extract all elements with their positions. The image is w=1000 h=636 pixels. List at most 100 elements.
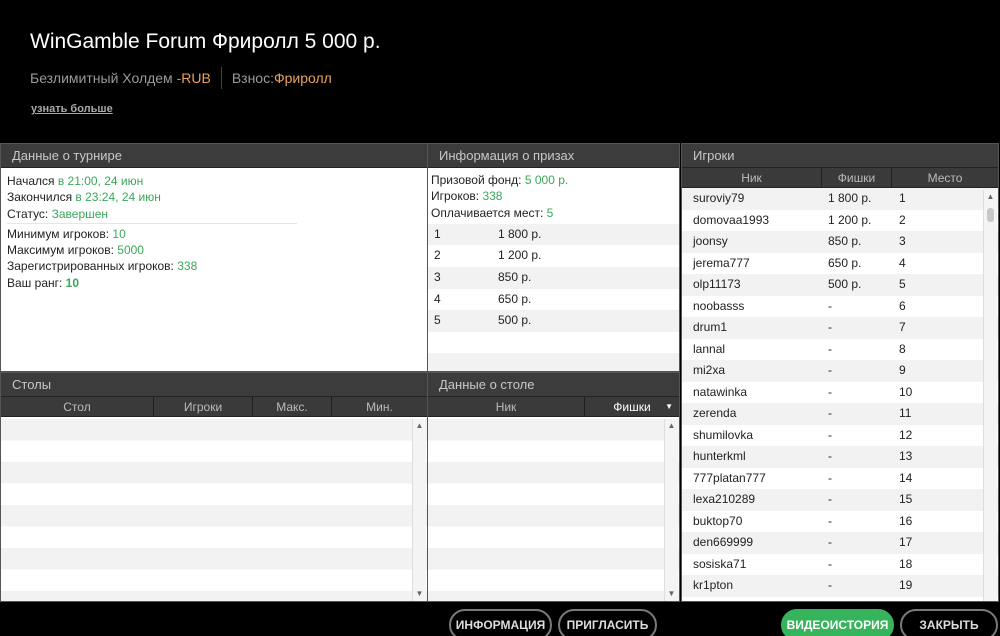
players-table-header: Ник Фишки Место <box>682 168 998 188</box>
player-chips: - <box>828 341 832 356</box>
min-players-line: Минимум игроков: 10 <box>7 226 126 241</box>
game-type: Безлимитный Холдем - <box>30 70 182 86</box>
table-row[interactable]: joonsy 850 р. 3 <box>682 231 998 253</box>
col-nick-header[interactable]: Ник <box>682 168 822 187</box>
table-row[interactable]: noobasss - 6 <box>682 296 998 318</box>
scroll-down-icon[interactable]: ▼ <box>665 587 678 601</box>
table-data-scrollbar[interactable]: ▲ ▼ <box>664 419 678 601</box>
learn-more-link[interactable]: узнать больше <box>31 103 113 115</box>
player-place: 3 <box>899 234 906 248</box>
prize-place: 3 <box>434 270 441 285</box>
prize-amount: 1 200 р. <box>498 248 542 263</box>
paid-places-line: Оплачивается мест: 5 <box>431 205 554 220</box>
sort-arrow-icon: ▼ <box>665 402 673 411</box>
player-nick: drum1 <box>693 320 728 334</box>
prize-amount: 650 р. <box>498 291 532 306</box>
players-table: suroviy79 1 800 р. 1 domovaa1993 1 200 р. 2 jo… <box>682 188 998 597</box>
started-line: Начался в 21:00, 24 июн <box>7 174 144 188</box>
col-chips-header[interactable]: Фишки <box>822 168 892 187</box>
player-place: 7 <box>899 320 906 334</box>
tournament-info: Начался в 21:00, 24 июн Закончился в 23:… <box>1 168 427 296</box>
table-row[interactable]: buktop70 - 16 <box>682 511 998 533</box>
player-nick: noobasss <box>693 298 745 313</box>
tournament-subtitle: Безлимитный Холдем - RUB Взнос: Фриролл <box>30 67 332 89</box>
rank-line: Ваш ранг: 10 <box>7 275 80 290</box>
col-nick-header[interactable]: Ник <box>428 397 585 416</box>
player-chips: - <box>828 556 832 571</box>
table-row[interactable]: mi2xa - 9 <box>682 360 998 382</box>
tables-scrollbar[interactable]: ▲ ▼ <box>412 419 426 601</box>
player-chips: - <box>828 535 832 549</box>
player-nick: jerema777 <box>693 255 750 270</box>
table-row[interactable]: lannal - 8 <box>682 339 998 361</box>
player-nick: lexa210289 <box>693 492 756 506</box>
table-row[interactable]: kr1pton - 19 <box>682 575 998 597</box>
table-row[interactable]: hunterkml - 13 <box>682 446 998 468</box>
prize-place: 5 <box>434 313 441 328</box>
prize-info-panel: Информация о призах Призовой фонд: 5 000… <box>427 143 680 372</box>
prize-place: 2 <box>434 248 441 263</box>
tables-panel: Столы Стол Игроки Макс. Мин. ▲ ▼ <box>0 372 428 602</box>
player-place: 6 <box>899 298 906 313</box>
info-button[interactable]: ИНФОРМАЦИЯ <box>449 609 552 636</box>
player-place: 1 <box>899 191 906 205</box>
prize-players-line: Игроков: 338 <box>431 189 503 204</box>
scroll-thumb[interactable] <box>987 208 994 222</box>
player-place: 11 <box>899 406 912 420</box>
prize-summary: Призовой фонд: 5 000 р. Игроков: 338 Опл… <box>428 168 679 224</box>
player-chips: - <box>828 470 832 485</box>
table-row[interactable]: domovaa1993 1 200 р. 2 <box>682 210 998 232</box>
player-nick: natawinka <box>693 384 748 399</box>
players-panel: Игроки Ник Фишки Место suroviy79 1 800 р.… <box>681 143 999 602</box>
table-row[interactable]: sosiska71 - 18 <box>682 554 998 576</box>
prize-place: 4 <box>434 291 441 306</box>
table-row[interactable]: lexa210289 - 15 <box>682 489 998 511</box>
scroll-up-icon[interactable]: ▲ <box>984 190 997 204</box>
currency: RUB <box>181 70 211 86</box>
max-players-line: Максимум игроков: 5000 <box>7 243 144 258</box>
player-chips: - <box>828 384 832 399</box>
col-players-header[interactable]: Игроки <box>154 397 253 416</box>
table-row[interactable]: zerenda - 11 <box>682 403 998 425</box>
tables-list <box>1 419 427 601</box>
table-row[interactable]: jerema777 650 р. 4 <box>682 253 998 275</box>
registered-line: Зарегистрированных игроков: 338 <box>7 259 198 274</box>
tables-table-header: Стол Игроки Макс. Мин. <box>1 397 427 417</box>
table-row[interactable]: natawinka - 10 <box>682 382 998 404</box>
scroll-up-icon[interactable]: ▲ <box>665 419 678 433</box>
close-button[interactable]: ЗАКРЫТЬ <box>900 609 998 636</box>
player-chips: - <box>828 427 832 442</box>
video-history-button[interactable]: ВИДЕОИСТОРИЯ <box>781 609 894 636</box>
player-place: 19 <box>899 578 913 592</box>
tables-title: Столы <box>1 373 427 397</box>
col-chips-header[interactable]: Фишки ▼ <box>585 397 679 416</box>
player-nick: suroviy79 <box>693 191 745 205</box>
table-row[interactable]: den669999 - 17 <box>682 532 998 554</box>
table-row[interactable]: 777platan777 - 14 <box>682 468 998 490</box>
col-table-header[interactable]: Стол <box>1 397 154 416</box>
col-min-header[interactable]: Мин. <box>332 397 427 416</box>
prize-row-empty <box>428 353 679 371</box>
col-max-header[interactable]: Макс. <box>253 397 332 416</box>
prize-row: 4 650 р. <box>428 289 679 311</box>
player-nick: sosiska71 <box>693 556 747 571</box>
prize-amount: 500 р. <box>498 313 532 328</box>
player-chips: 1 200 р. <box>828 212 872 227</box>
player-nick: 777platan777 <box>693 470 766 485</box>
player-place: 2 <box>899 212 906 227</box>
table-row[interactable]: drum1 - 7 <box>682 317 998 339</box>
invite-button[interactable]: ПРИГЛАСИТЬ <box>558 609 657 636</box>
col-place-header[interactable]: Место <box>892 168 998 187</box>
player-place: 16 <box>899 513 913 528</box>
player-nick: domovaa1993 <box>693 212 770 227</box>
table-row[interactable]: olp11173 500 р. 5 <box>682 274 998 296</box>
players-title: Игроки <box>682 144 998 168</box>
player-place: 8 <box>899 341 906 356</box>
scroll-up-icon[interactable]: ▲ <box>413 419 426 433</box>
players-scrollbar[interactable]: ▲ <box>983 190 997 601</box>
table-row[interactable]: shumilovka - 12 <box>682 425 998 447</box>
player-nick: kr1pton <box>693 578 734 592</box>
table-row[interactable]: suroviy79 1 800 р. 1 <box>682 188 998 210</box>
prize-table: 1 1 800 р. 2 1 200 р. 3 850 р. 4 650 р. 5 500 р. <box>428 223 679 371</box>
scroll-down-icon[interactable]: ▼ <box>413 587 426 601</box>
